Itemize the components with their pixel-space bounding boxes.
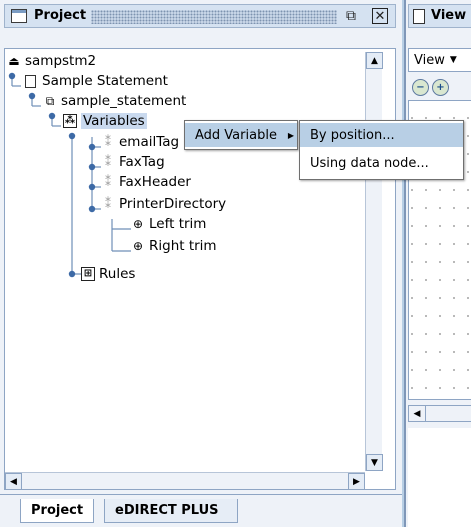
- chevron-down-icon: ▼: [449, 55, 457, 65]
- project-tree: ⏏ sampstm2 Sample Statement ⧉ sample_sta…: [4, 48, 396, 490]
- tree-item-trim[interactable]: ⊕ Left trim: [131, 214, 206, 234]
- tree-item-variable[interactable]: ⁑ FaxTag: [101, 152, 165, 172]
- tree-item-rules-label: Rules: [99, 266, 136, 282]
- project-panel-title: Project: [34, 8, 87, 23]
- project-panel-titlebar: Project ⧉ ✕: [4, 4, 396, 28]
- scroll-up-icon[interactable]: ▲: [366, 52, 383, 69]
- tree-item-variable-label: PrinterDirectory: [119, 196, 227, 212]
- view-select-value: View: [414, 52, 445, 68]
- project-root-icon: ⏏: [8, 54, 20, 68]
- tab-project[interactable]: Project: [20, 499, 95, 523]
- scroll-left-icon[interactable]: ◀: [5, 473, 22, 490]
- statement-pages-icon: ⧉: [45, 94, 55, 108]
- zoom-in-icon[interactable]: +: [432, 79, 449, 96]
- tree-horizontal-scrollbar[interactable]: ◀ ▶: [5, 472, 365, 490]
- tree-item-variable-label: FaxHeader: [119, 174, 191, 190]
- tree-item-variables[interactable]: ⁂ Variables: [63, 111, 147, 131]
- tree-item-statement-child-label: sample_statement: [61, 93, 187, 109]
- variables-folder-icon: ⁂: [63, 114, 77, 128]
- variable-icon: ⁑: [105, 197, 111, 211]
- variable-icon: ⁑: [105, 135, 111, 149]
- trim-icon: ⊕: [132, 217, 144, 231]
- tree-vertical-scrollbar[interactable]: ▲ ▼: [365, 52, 383, 471]
- variable-icon: ⁑: [105, 175, 111, 189]
- submenu-arrow-icon: ▶: [287, 130, 294, 140]
- add-variable-submenu: By position... Using data node...: [299, 120, 464, 180]
- view-select[interactable]: View ▼: [408, 48, 471, 72]
- tree-item-statement-child[interactable]: ⧉ sample_statement: [43, 91, 187, 111]
- menu-item-using-data-node[interactable]: Using data node...: [300, 151, 463, 175]
- restore-icon[interactable]: ⧉: [343, 8, 359, 24]
- statement-document-icon: [25, 74, 36, 88]
- scroll-left-icon[interactable]: ◀: [409, 406, 426, 421]
- project-panel: Project ⧉ ✕ ⏏ sampstm2 Sample Statement …: [0, 0, 402, 527]
- rules-folder-icon: ⊞: [81, 267, 95, 281]
- view-panel-title: View: [431, 8, 467, 23]
- view-panel-empty-area: [408, 428, 471, 527]
- tree-item-root-label: sampstm2: [25, 53, 97, 69]
- tree-item-trim-label: Left trim: [149, 216, 207, 232]
- titlebar-grip[interactable]: [91, 10, 337, 24]
- tree-item-variable[interactable]: ⁑ emailTag: [101, 132, 179, 152]
- trim-icon: ⊕: [132, 239, 144, 253]
- context-menu: Add Variable ▶: [184, 120, 298, 150]
- menu-item-add-variable-label: Add Variable: [195, 127, 277, 143]
- close-icon[interactable]: ✕: [372, 8, 388, 24]
- scroll-down-icon[interactable]: ▼: [366, 454, 383, 471]
- tree-item-root[interactable]: ⏏ sampstm2: [7, 51, 96, 71]
- tree-item-statement-label: Sample Statement: [42, 73, 168, 89]
- zoom-out-icon[interactable]: −: [412, 79, 429, 96]
- tree-item-rules[interactable]: ⊞ Rules: [81, 264, 135, 284]
- tab-edirect-plus[interactable]: eDIRECT PLUS: [104, 499, 238, 523]
- tree-item-variable-label: FaxTag: [119, 154, 165, 170]
- menu-item-by-position[interactable]: By position...: [300, 123, 463, 147]
- menu-item-add-variable[interactable]: Add Variable ▶: [185, 123, 297, 147]
- tree-item-trim-label: Right trim: [149, 238, 217, 254]
- tree-item-statement[interactable]: Sample Statement: [23, 71, 168, 91]
- tree-item-variables-label: Variables: [81, 113, 147, 129]
- tree-item-variable-label: emailTag: [119, 134, 180, 150]
- canvas-horizontal-scrollbar[interactable]: ◀: [408, 405, 471, 422]
- view-panel: View View ▼ − + ◀: [404, 0, 471, 527]
- project-panel-tabs: Project eDIRECT PLUS: [0, 494, 402, 527]
- window-icon: [11, 9, 27, 23]
- tree-item-variable[interactable]: ⁑ FaxHeader: [101, 172, 191, 192]
- page-icon: [413, 9, 425, 24]
- tree-item-variable[interactable]: ⁑ PrinterDirectory: [101, 194, 226, 214]
- variable-icon: ⁑: [105, 155, 111, 169]
- view-panel-titlebar: View: [408, 4, 471, 28]
- tree-item-trim[interactable]: ⊕ Right trim: [131, 236, 217, 256]
- scroll-right-icon[interactable]: ▶: [348, 473, 365, 490]
